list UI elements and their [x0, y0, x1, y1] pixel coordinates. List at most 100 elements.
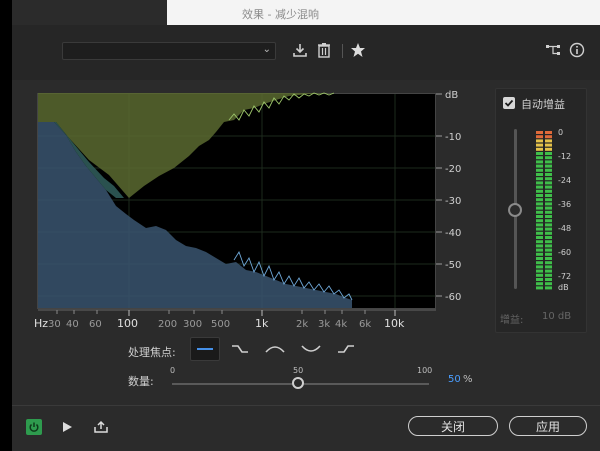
meter-segment — [545, 143, 552, 147]
x-tick-label: 10k — [384, 317, 405, 330]
meter-segment — [536, 168, 543, 172]
power-toggle[interactable] — [26, 419, 42, 435]
auto-gain-panel: 自动增益 0 -12 -24 -36 -48 -60 -72 dB — [495, 88, 587, 333]
apply-button[interactable]: 应用 — [509, 416, 587, 436]
meter-segment — [536, 147, 543, 151]
meter-segment — [536, 198, 543, 202]
meter-segment — [545, 269, 552, 273]
meter-segment — [545, 248, 552, 252]
meter-segment — [545, 257, 552, 260]
meter-tick-label: -24 — [558, 176, 571, 185]
routing-icon[interactable] — [544, 40, 562, 60]
chevron-down-icon: ⌄ — [262, 44, 271, 55]
meter-segment — [536, 244, 543, 248]
amount-tick-label: 50 — [293, 366, 304, 375]
meter-segment — [536, 215, 543, 218]
title-bar — [167, 0, 600, 25]
loop-icon — [94, 420, 108, 433]
high-shelf-icon — [338, 345, 354, 353]
focus-high-button[interactable] — [331, 337, 361, 361]
gain-footer-value: 10 dB — [542, 311, 572, 322]
meter-segment — [545, 177, 552, 181]
meter-tick-label: -48 — [558, 224, 571, 233]
meter-segment — [536, 286, 543, 290]
meter-segment — [536, 160, 543, 164]
meter-segment — [545, 219, 552, 223]
trash-icon[interactable] — [315, 40, 333, 60]
y-axis: dB -10 -20 -30 -40 -50 -60 — [436, 90, 461, 303]
meter-segment — [545, 181, 552, 185]
meter-segment — [536, 252, 543, 256]
x-tick-label: 4k — [335, 319, 347, 330]
meter-segment — [536, 156, 543, 160]
meter-segment — [545, 173, 552, 176]
meter-segment — [545, 198, 552, 202]
spectrum-svg: dB -10 -20 -30 -40 -50 -60 Hz 30 40 60 1… — [34, 90, 461, 330]
meter-segment — [536, 177, 543, 181]
y-tick-label: -40 — [445, 228, 461, 239]
meter-segment — [545, 202, 552, 206]
meter-scale: 0 -12 -24 -36 -48 -60 -72 dB — [558, 128, 571, 292]
x-tick-label: 60 — [89, 319, 102, 330]
focus-dip-button[interactable] — [296, 337, 326, 361]
play-button[interactable] — [60, 420, 74, 434]
meter-segment — [545, 282, 552, 286]
meter-segment — [536, 227, 543, 231]
meter-tick-label: -60 — [558, 248, 571, 257]
meter-segment — [536, 194, 543, 197]
meter-segment — [536, 202, 543, 206]
x-tick-label: 500 — [211, 319, 230, 330]
footer-divider — [12, 405, 600, 406]
x-axis: Hz 30 40 60 100 200 300 500 1k 2k 3k 4k … — [34, 309, 436, 330]
x-tick-label: 6k — [359, 319, 371, 330]
amount-unit: % — [463, 374, 473, 385]
meter-segment — [545, 273, 552, 277]
meter-segment — [536, 135, 543, 139]
meter-segment — [536, 164, 543, 168]
y-tick-label: -50 — [445, 260, 461, 271]
amount-value[interactable]: 50 — [448, 374, 461, 385]
meter-segment — [545, 261, 552, 265]
star-icon[interactable] — [349, 40, 367, 60]
meter-segment — [536, 236, 543, 239]
meter-segment — [536, 231, 543, 235]
info-icon[interactable] — [568, 40, 586, 60]
meter-tick-label: -12 — [558, 152, 571, 161]
meter-segment — [536, 206, 543, 210]
x-tick-label: 40 — [66, 319, 79, 330]
low-shelf-icon — [232, 345, 248, 353]
save-preset-icon[interactable] — [291, 40, 309, 60]
meter-segment — [545, 168, 552, 172]
x-unit: Hz — [34, 317, 48, 330]
x-tick-label: 300 — [183, 319, 202, 330]
close-button[interactable]: 关闭 — [408, 416, 498, 436]
meter-segment — [536, 240, 543, 244]
meter-segment — [536, 223, 543, 227]
meter-segment — [536, 273, 543, 277]
focus-mid-button[interactable] — [260, 337, 290, 361]
meter-segment — [545, 244, 552, 248]
y-unit: dB — [445, 90, 458, 101]
meter-segment — [545, 160, 552, 164]
gain-footer-label: 增益: — [500, 315, 524, 326]
meter-segment — [545, 231, 552, 235]
amount-label: 数量: — [128, 375, 154, 388]
meter-tick-label: -36 — [558, 200, 571, 209]
meter-segment — [545, 189, 552, 193]
meter-segment — [536, 278, 543, 281]
meter-tick-label: 0 — [558, 128, 563, 137]
loop-button[interactable] — [92, 419, 110, 435]
meter-segment — [545, 139, 552, 143]
focus-flat-button[interactable] — [190, 337, 220, 361]
meter-segment — [536, 139, 543, 143]
meter-segment — [545, 194, 552, 197]
focus-low-button[interactable] — [225, 337, 255, 361]
meter-segment — [545, 147, 552, 151]
flat-curve-icon — [197, 348, 213, 350]
x-tick-label: 30 — [48, 319, 61, 330]
meter-segment — [536, 282, 543, 286]
preset-dropdown[interactable]: ⌄ — [62, 42, 276, 60]
meter-tick-label: dB — [558, 283, 569, 292]
amount-slider-knob[interactable] — [292, 377, 304, 389]
y-tick-label: -10 — [445, 132, 461, 143]
